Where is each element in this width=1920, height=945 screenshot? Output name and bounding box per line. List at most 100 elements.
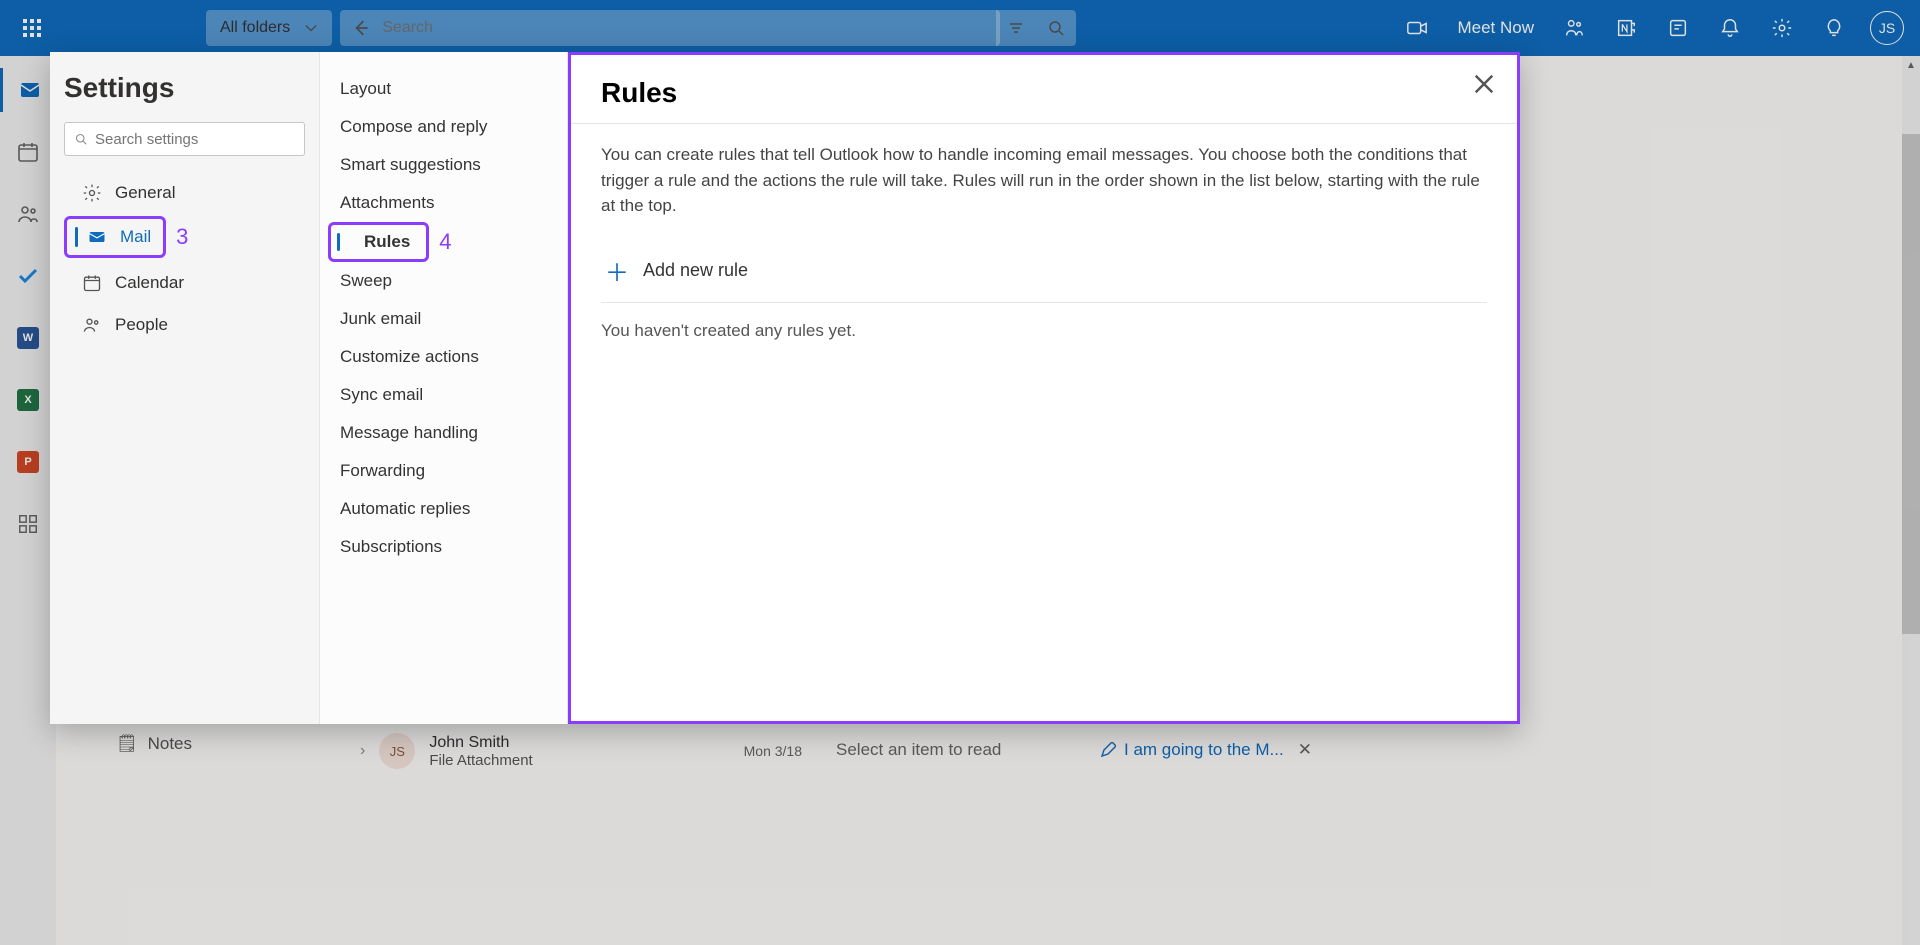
sub-sweep[interactable]: Sweep <box>320 262 567 300</box>
sender-avatar: JS <box>379 733 415 769</box>
settings-button[interactable] <box>1758 4 1806 52</box>
chevron-right-icon: › <box>360 742 365 760</box>
category-people[interactable]: People <box>64 306 305 344</box>
account-avatar[interactable]: JS <box>1870 11 1904 45</box>
sub-automatic-replies[interactable]: Automatic replies <box>320 490 567 528</box>
rail-todo[interactable] <box>0 254 56 298</box>
gear-icon <box>1771 17 1793 39</box>
close-draft-icon[interactable]: ✕ <box>1298 740 1312 760</box>
search-bar[interactable] <box>340 10 1000 46</box>
notifications-button[interactable] <box>1706 4 1754 52</box>
chevron-down-icon <box>304 21 318 35</box>
lightbulb-icon <box>1823 17 1845 39</box>
panel-title: Rules <box>601 77 1487 109</box>
scrollbar-thumb[interactable] <box>1902 134 1920 634</box>
search-button[interactable] <box>1036 10 1076 46</box>
rail-word[interactable]: W <box>0 316 56 360</box>
grid-icon <box>17 513 39 535</box>
search-icon <box>1048 20 1064 36</box>
teams-icon <box>1563 17 1585 39</box>
settings-categories-pane: Settings General Mail 3 <box>50 52 320 724</box>
draft-pill[interactable]: I am going to the M... ✕ <box>1100 740 1312 760</box>
rail-people[interactable] <box>0 192 56 236</box>
sub-forwarding[interactable]: Forwarding <box>320 452 567 490</box>
divider <box>571 123 1517 124</box>
bell-icon <box>1719 17 1741 39</box>
sub-layout[interactable]: Layout <box>320 70 567 108</box>
highlight-mail: Mail <box>64 216 166 258</box>
message-subject: File Attachment <box>429 752 532 769</box>
back-arrow-icon[interactable] <box>352 19 370 37</box>
sub-rules[interactable]: Rules <box>333 228 420 256</box>
gear-icon <box>81 182 103 204</box>
people-icon <box>81 314 103 336</box>
settings-modal: Settings General Mail 3 <box>50 52 1520 724</box>
app-header: All folders Meet Now <box>0 0 1920 56</box>
tips-button[interactable] <box>1810 4 1858 52</box>
close-icon <box>1473 73 1495 95</box>
rail-calendar[interactable] <box>0 130 56 174</box>
rail-more-apps[interactable] <box>0 502 56 546</box>
people-icon <box>16 202 40 226</box>
panel-description: You can create rules that tell Outlook h… <box>601 142 1487 219</box>
folder-scope-label: All folders <box>220 19 290 37</box>
rail-powerpoint[interactable]: P <box>0 440 56 484</box>
settings-detail-pane: Rules You can create rules that tell Out… <box>568 52 1520 724</box>
sub-sync-email[interactable]: Sync email <box>320 376 567 414</box>
category-mail[interactable]: Mail <box>69 222 157 252</box>
app-rail: W X P <box>0 56 56 945</box>
callout-number-3: 3 <box>176 224 188 250</box>
meet-now-camera-icon[interactable] <box>1393 4 1441 52</box>
category-calendar[interactable]: Calendar <box>64 264 305 302</box>
app-launcher-button[interactable] <box>8 4 56 52</box>
mail-icon <box>18 78 42 102</box>
filter-button[interactable] <box>996 10 1036 46</box>
sender-name: John Smith <box>429 734 532 752</box>
message-date: Mon 3/18 <box>744 743 802 759</box>
sub-junk[interactable]: Junk email <box>320 300 567 338</box>
calendar-icon <box>81 272 103 294</box>
sub-smart-suggestions[interactable]: Smart suggestions <box>320 146 567 184</box>
message-row[interactable]: › JS John Smith File Attachment Mon 3/18 <box>346 716 816 786</box>
category-label: Calendar <box>115 273 184 293</box>
nav-notes[interactable]: Notes <box>116 734 192 754</box>
meet-now-label[interactable]: Meet Now <box>1457 18 1534 38</box>
scrollbar[interactable]: ▲ <box>1902 56 1920 945</box>
close-settings-button[interactable] <box>1473 73 1495 95</box>
sub-customize-actions[interactable]: Customize actions <box>320 338 567 376</box>
reading-pane-placeholder: Select an item to read <box>836 740 1001 760</box>
category-label: People <box>115 315 168 335</box>
onenote-icon <box>1615 17 1637 39</box>
filter-icon <box>1008 20 1024 36</box>
add-rule-label: Add new rule <box>643 260 748 281</box>
settings-search-input[interactable] <box>95 131 294 148</box>
callout-number-4: 4 <box>439 229 451 255</box>
add-new-rule-button[interactable]: ＋ Add new rule <box>601 239 1487 303</box>
teams-button[interactable] <box>1550 4 1598 52</box>
category-general[interactable]: General <box>64 174 305 212</box>
settings-search[interactable] <box>64 122 305 156</box>
calendar-icon <box>16 140 40 164</box>
check-icon <box>16 264 40 288</box>
category-label: General <box>115 183 175 203</box>
settings-title: Settings <box>64 72 305 104</box>
sub-message-handling[interactable]: Message handling <box>320 414 567 452</box>
category-label: Mail <box>120 227 151 247</box>
plus-icon: ＋ <box>605 253 629 288</box>
rail-mail[interactable] <box>0 68 56 112</box>
mail-icon <box>86 226 108 248</box>
waffle-icon <box>23 19 41 37</box>
my-day-button[interactable] <box>1654 4 1702 52</box>
highlight-rules: Rules <box>328 222 429 262</box>
search-input[interactable] <box>382 19 988 37</box>
onenote-feed-button[interactable] <box>1602 4 1650 52</box>
rail-excel[interactable]: X <box>0 378 56 422</box>
note-icon <box>1667 17 1689 39</box>
sub-subscriptions[interactable]: Subscriptions <box>320 528 567 566</box>
settings-subcategories-pane: Layout Compose and reply Smart suggestio… <box>320 52 568 724</box>
sub-attachments[interactable]: Attachments <box>320 184 567 222</box>
pencil-icon <box>1100 742 1116 758</box>
sub-compose[interactable]: Compose and reply <box>320 108 567 146</box>
folder-scope-dropdown[interactable]: All folders <box>206 10 332 46</box>
search-icon <box>75 132 87 146</box>
